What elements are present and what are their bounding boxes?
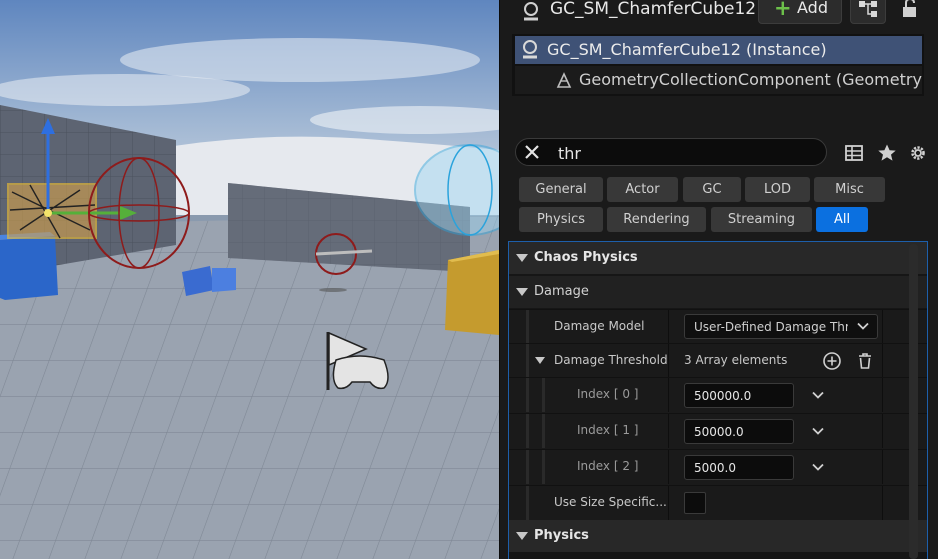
property-row-use-size-specific: Use Size Specific... [509,485,927,520]
index-label: Index [ 0 ] [577,387,639,401]
column-divider [882,414,883,448]
search-input[interactable] [556,141,800,165]
column-divider [882,450,883,484]
property-row-damage-threshold: Damage Threshold 3 Array elements [509,343,927,378]
actor-title: GC_SM_ChamferCube12 [550,0,757,19]
category-chaos-physics[interactable]: Chaos Physics [509,242,927,274]
actor-icon [523,40,537,59]
search-box[interactable] [515,138,827,166]
tree-instance-label: GC_SM_ChamferCube12 (Instance) [547,40,827,59]
filter-physics[interactable]: Physics [519,207,603,232]
add-component-button[interactable]: + Add [758,0,842,24]
indent-guide [526,414,529,448]
filter-general[interactable]: General [519,177,603,202]
expand-arrow-icon [516,288,528,296]
property-name: Use Size Specific... [554,495,667,509]
index-value-input[interactable]: 5000.0 [684,455,794,480]
category-physics[interactable]: Physics [509,520,927,552]
details-header: GC_SM_ChamferCube12 + Add [500,0,938,28]
expand-arrow-icon [516,532,528,540]
column-divider [668,486,669,520]
actor-icon [524,2,538,21]
indent-guide [542,450,545,484]
filter-all[interactable]: All [816,207,868,232]
subcategory-damage[interactable]: Damage [509,276,927,308]
tree-component-label: GeometryCollectionComponent (GeometryCol… [579,70,922,89]
star-icon[interactable] [877,143,897,163]
indent-guide [542,414,545,448]
column-divider [882,378,883,412]
add-element-icon[interactable] [822,351,842,371]
filter-actor[interactable]: Actor [607,177,678,202]
use-size-checkbox[interactable] [684,492,706,514]
component-tree: GC_SM_ChamferCube12 (Instance) GeometryC… [512,34,924,96]
category-label: Chaos Physics [534,250,638,265]
add-label: Add [797,0,828,17]
index-label: Index [ 1 ] [577,423,639,437]
filter-rendering[interactable]: Rendering [607,207,706,232]
property-row-damage-model: Damage Model User-Defined Damage Thresho… [509,309,927,344]
filter-streaming[interactable]: Streaming [711,207,812,232]
tree-row-component[interactable]: GeometryCollectionComponent (GeometryCol… [515,66,922,94]
indent-guide [526,486,529,520]
array-index-row: Index [ 2 ] 5000.0 [509,449,927,486]
plus-icon: + [774,0,792,20]
filter-gc[interactable]: GC [683,177,741,202]
column-divider [882,486,883,520]
property-list: Chaos Physics Damage Damage Model User-D… [508,241,928,559]
indent-guide [526,344,529,378]
blueprint-button[interactable] [850,0,886,24]
details-panel: GC_SM_ChamferCube12 + Add GC_SM_ChamferC… [499,0,938,559]
column-divider [668,414,669,448]
settings-gear-icon[interactable] [908,143,928,163]
filter-misc[interactable]: Misc [814,177,885,202]
trash-icon[interactable] [855,351,875,371]
index-value: 500000.0 [694,389,752,403]
column-divider [668,450,669,484]
index-value: 5000.0 [694,461,736,475]
chevron-down-icon[interactable] [812,425,824,437]
indent-guide [542,378,545,412]
property-name: Damage Model [554,319,645,333]
index-value-input[interactable]: 500000.0 [684,383,794,408]
clear-search-icon[interactable] [522,142,542,162]
subcategory-label: Damage [534,284,589,299]
expand-arrow-icon [516,254,528,262]
table-view-icon[interactable] [844,143,864,163]
index-label: Index [ 2 ] [577,459,639,473]
array-index-row: Index [ 1 ] 50000.0 [509,413,927,450]
column-divider [668,310,669,344]
damage-model-dropdown[interactable]: User-Defined Damage Threshold [684,314,878,339]
chevron-down-icon[interactable] [812,461,824,473]
chevron-down-icon [857,322,869,330]
index-value: 50000.0 [694,425,744,439]
array-index-row: Index [ 0 ] 500000.0 [509,377,927,414]
index-value-input[interactable]: 50000.0 [684,419,794,444]
column-divider [668,344,669,378]
viewport-scene[interactable] [0,0,499,559]
indent-guide [526,310,529,344]
filter-lod[interactable]: LOD [745,177,810,202]
column-divider [882,344,883,378]
category-label: Physics [534,528,589,543]
chevron-down-icon[interactable] [812,389,824,401]
details-scrollbar[interactable] [909,244,918,559]
array-count: 3 Array elements [684,353,788,367]
indent-guide [526,378,529,412]
indent-guide [526,450,529,484]
hierarchy-icon [859,1,877,17]
tree-row-instance[interactable]: GC_SM_ChamferCube12 (Instance) [515,36,922,64]
property-name: Damage Threshold [554,353,668,367]
expand-arrow-icon[interactable] [535,357,545,364]
geometry-collection-icon [556,72,572,88]
column-divider [882,310,883,344]
dropdown-value: User-Defined Damage Threshold [694,320,848,334]
column-divider [668,378,669,412]
level-viewport[interactable] [0,0,499,559]
lock-icon[interactable] [897,0,923,22]
